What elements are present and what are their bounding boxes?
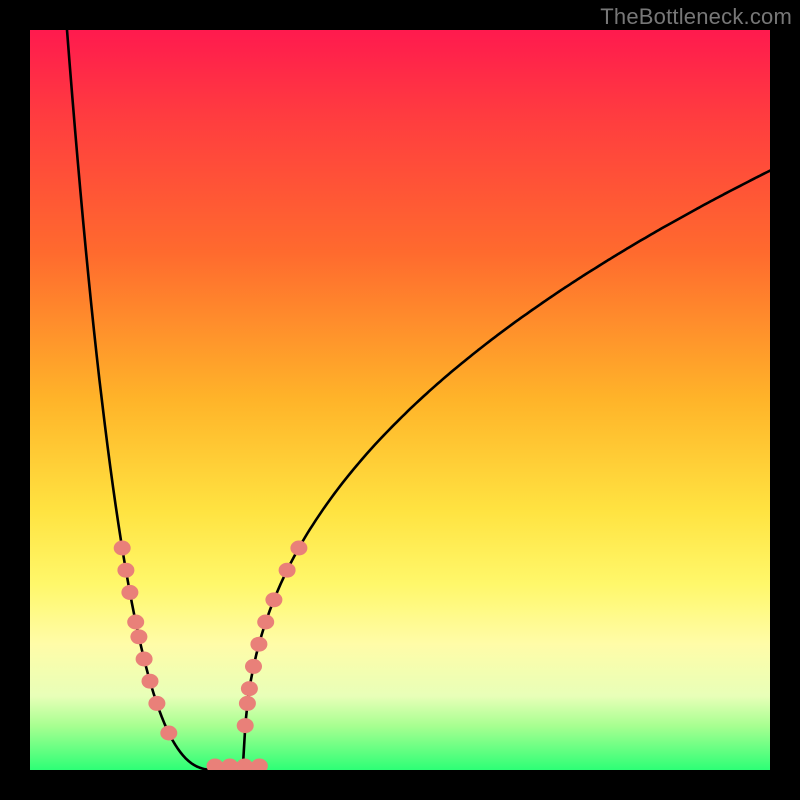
curve-layer [30,30,770,770]
data-dot [136,652,153,667]
data-dot [207,759,224,770]
data-dot [236,759,253,770]
data-dot [160,726,177,741]
data-dot [117,563,134,578]
data-dot [245,659,262,674]
data-dot [121,585,138,600]
data-dot [148,696,165,711]
watermark-text: TheBottleneck.com [600,4,792,30]
data-dot [250,637,267,652]
data-dot [251,759,268,770]
data-dot [265,592,282,607]
data-dot [279,563,296,578]
data-dot [290,541,307,556]
data-dot [241,681,258,696]
v-curve [67,30,770,770]
bottom-dot-cluster [207,759,268,770]
data-dot [114,541,131,556]
plot-area [30,30,770,770]
data-dot [130,629,147,644]
data-dot [221,759,238,770]
data-dot [127,615,144,630]
data-dot [257,615,274,630]
left-dot-cluster [114,541,178,741]
data-dot [142,674,159,689]
chart-container: TheBottleneck.com [0,0,800,800]
data-dot [239,696,256,711]
data-dot [237,718,254,733]
right-dot-cluster [237,541,308,734]
